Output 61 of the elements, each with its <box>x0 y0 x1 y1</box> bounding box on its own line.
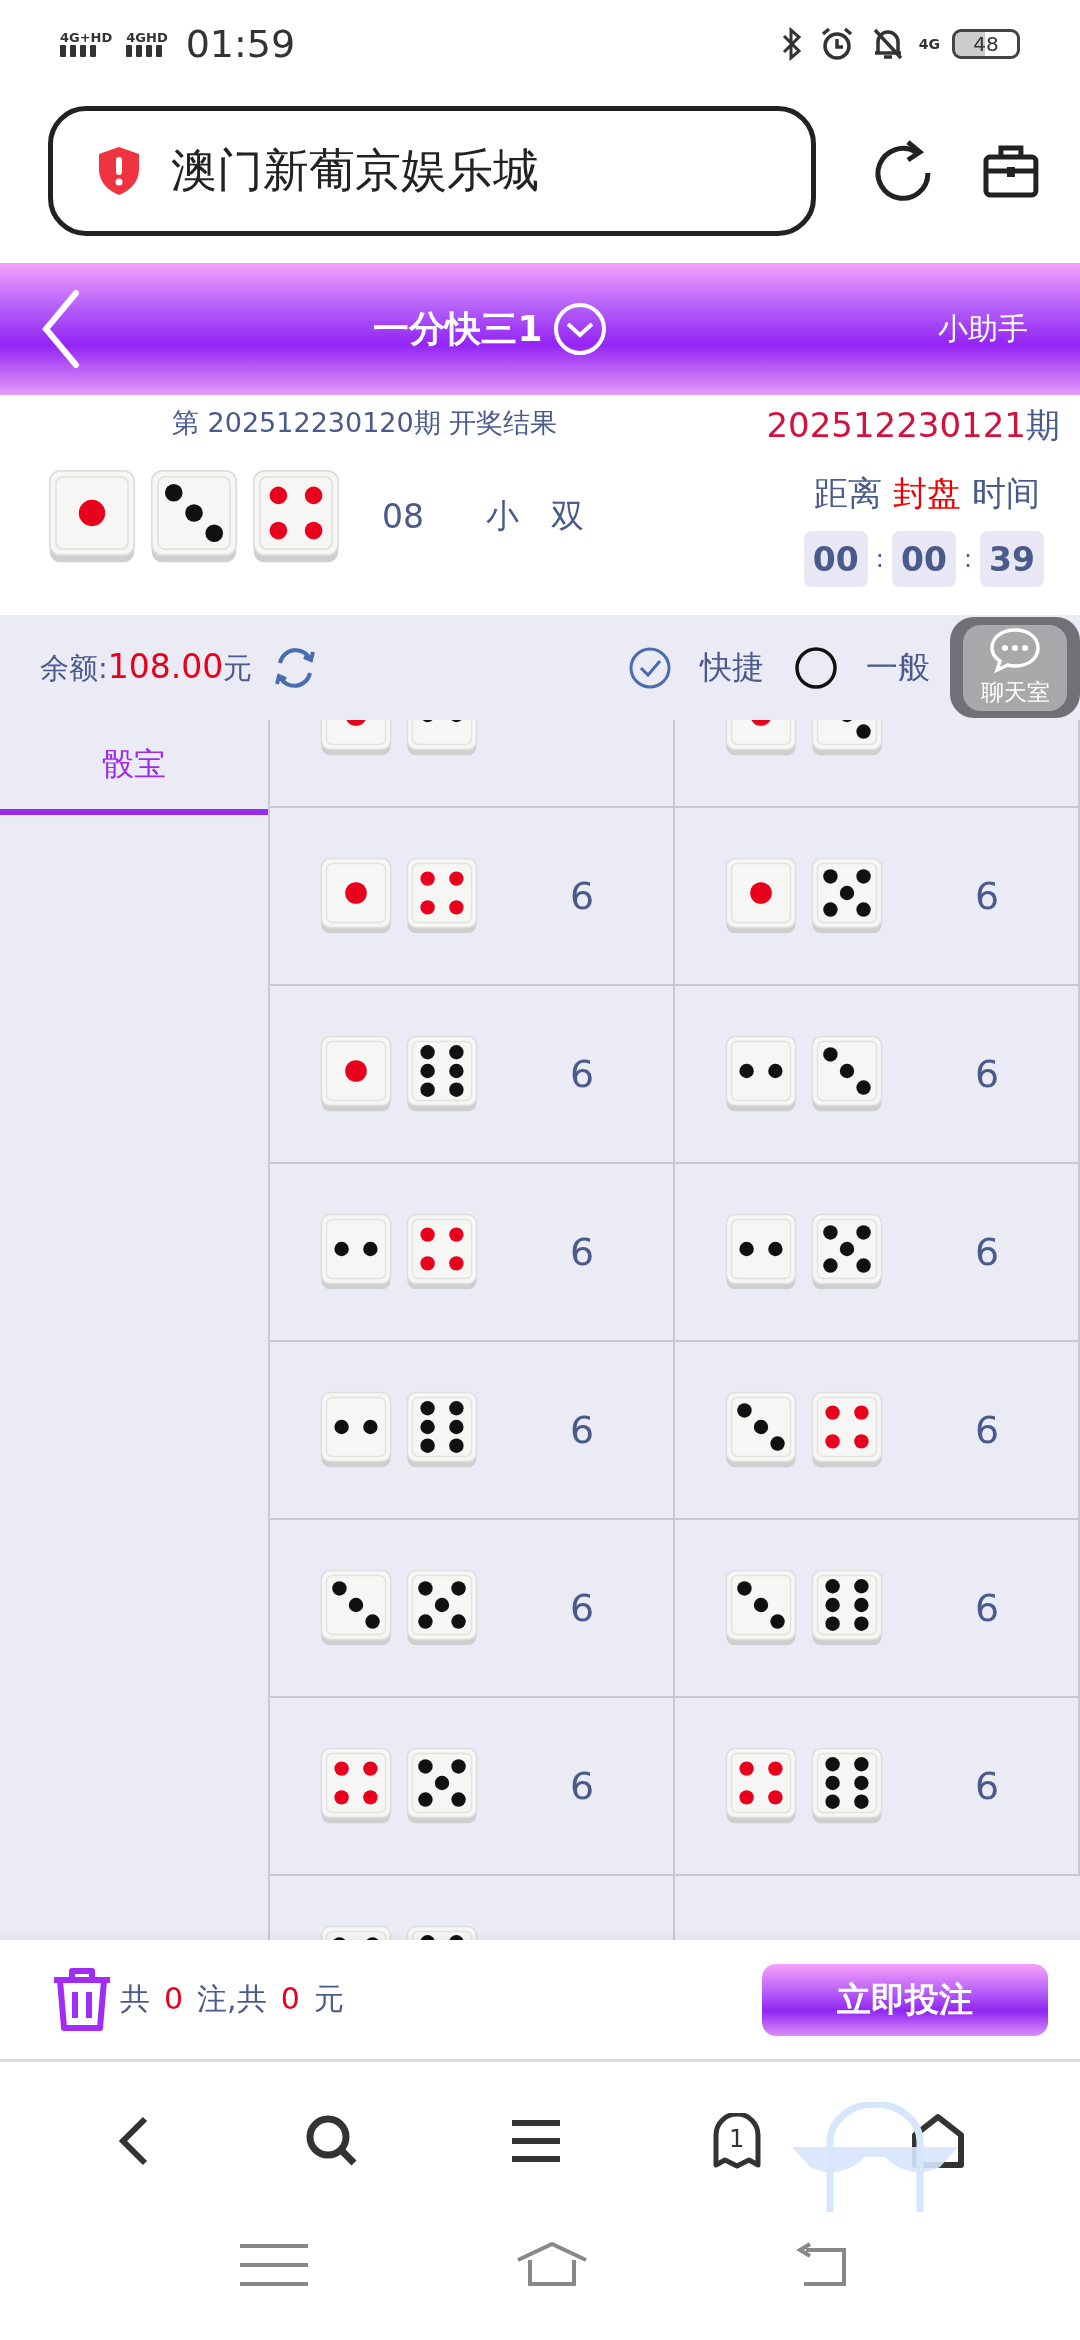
network-label: 4G <box>918 36 940 52</box>
radio-checked-icon[interactable] <box>628 645 672 690</box>
radio-icon[interactable] <box>794 645 838 690</box>
game-title[interactable]: 一分快三1 <box>373 304 543 354</box>
signal-label: 4G+HD <box>60 31 113 45</box>
size-value: 小 <box>486 495 519 537</box>
chat-label: 聊天室 <box>980 678 1050 707</box>
clock: 01:59 <box>185 22 296 66</box>
bet-cell[interactable]: 6 <box>675 1698 1080 1876</box>
odds-value: 6 <box>570 874 595 918</box>
countdown-label: 距离 封盘 时间 <box>814 472 1040 515</box>
odds-value: 6 <box>570 1408 595 1452</box>
odds-value: 6 <box>570 1586 595 1630</box>
odds-value: 6 <box>975 1052 1000 1096</box>
odds-value: 6 <box>570 1764 595 1808</box>
odds-value: 6 <box>975 1586 1000 1630</box>
odds-value: 6 <box>975 1764 1000 1808</box>
countdown-digit: 00 <box>891 531 956 587</box>
countdown-separator: : <box>963 545 972 573</box>
balance-text: 余额:108.00元 <box>40 646 253 688</box>
bet-cell[interactable]: 6 <box>675 808 1080 986</box>
bet-cell[interactable]: 6 <box>675 1342 1080 1520</box>
countdown-digit: 00 <box>803 531 868 587</box>
bet-cell[interactable]: 6 <box>675 1520 1080 1698</box>
countdown-digit: 39 <box>980 531 1044 587</box>
sum-value: 08 <box>382 497 424 536</box>
bet-cell[interactable]: 6 <box>270 808 675 986</box>
bluetooth-icon <box>780 26 803 62</box>
menu-icon[interactable] <box>510 2117 562 2165</box>
category-tab[interactable]: 骰宝 <box>0 720 268 815</box>
odds-value: 6 <box>975 874 1000 918</box>
odds-value: 6 <box>570 1230 595 1274</box>
bet-summary: 共 0 注,共 0 元 <box>120 1980 344 2018</box>
bet-cell[interactable]: 6 <box>270 986 675 1164</box>
bet-cell[interactable]: 6 <box>270 1698 675 1876</box>
bet-cell[interactable]: 6 <box>270 1164 675 1342</box>
battery-level: 48 <box>973 32 999 56</box>
address-bar[interactable]: 澳门新葡京娱乐城 <box>48 105 817 236</box>
mode-option[interactable]: 快捷 <box>628 645 764 690</box>
place-bet-button[interactable]: 立即投注 <box>762 1963 1048 2036</box>
mode-option[interactable]: 一般 <box>794 645 930 690</box>
glasses-icon <box>790 2102 960 2212</box>
bet-cell[interactable]: 6 <box>675 986 1080 1164</box>
back-icon[interactable] <box>40 289 82 369</box>
odds-value: 6 <box>975 1408 1000 1452</box>
odds-value: 6 <box>570 1052 595 1096</box>
bet-cell[interactable]: 6 <box>270 1520 675 1698</box>
tabs-button[interactable]: 1 <box>711 2113 762 2169</box>
next-issue: 202512230121期 <box>766 404 1060 447</box>
parity-value: 双 <box>551 495 584 537</box>
draw-result-label: 第 202512230120期 开奖结果 <box>172 406 559 440</box>
tab-count: 1 <box>727 2125 746 2153</box>
countdown-separator: : <box>875 545 884 573</box>
bet-cell[interactable]: 6 <box>675 1164 1080 1342</box>
page-title: 澳门新葡京娱乐城 <box>171 141 539 199</box>
bet-cell[interactable]: 6 <box>270 1342 675 1520</box>
signal-label: 4GHD <box>126 31 168 45</box>
dropdown-icon[interactable] <box>552 302 607 356</box>
helper-link[interactable]: 小助手 <box>938 308 1028 350</box>
odds-value: 6 <box>975 1230 1000 1274</box>
chat-bubble-icon <box>988 627 1042 673</box>
